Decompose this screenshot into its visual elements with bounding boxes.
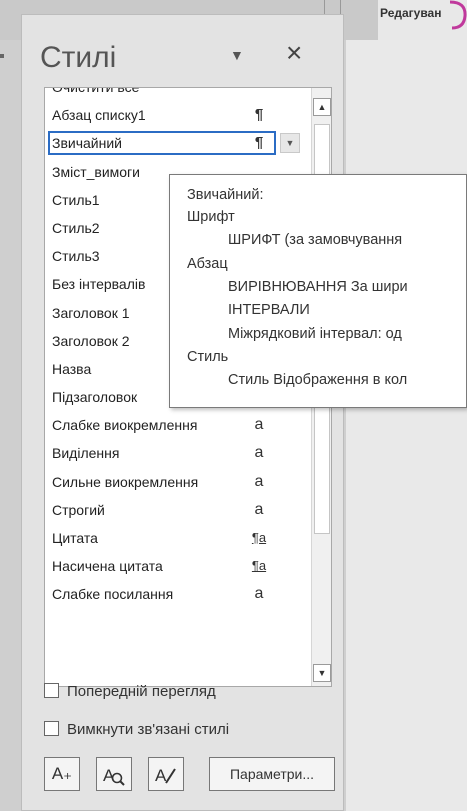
- style-item-label: Очистити все: [52, 87, 140, 95]
- tooltip-heading: Звичайний:: [187, 187, 264, 203]
- linked-style-icon: ¶a: [251, 558, 267, 574]
- tooltip-style-value: Стиль Відображення в кол: [228, 372, 408, 388]
- ruler-marker: [0, 54, 4, 58]
- character-style-icon: a: [254, 500, 264, 518]
- paragraph-style-icon: ¶: [254, 106, 264, 124]
- ribbon-separator: [340, 0, 341, 14]
- character-style-icon: a: [254, 444, 264, 462]
- selection-outline: [48, 131, 276, 156]
- tooltip-line-spacing-value: Міжрядковий інтервал: од: [228, 326, 402, 342]
- style-item-intense-quote[interactable]: Насичена цитата ¶a: [45, 552, 311, 580]
- style-item-label: Виділення: [52, 445, 120, 462]
- document-area: [346, 40, 467, 811]
- style-item-emphasis[interactable]: Виділення a: [45, 439, 311, 467]
- paragraph-style-icon: ¶: [254, 134, 264, 152]
- linked-style-icon: ¶a: [251, 530, 267, 545]
- style-item-list-paragraph[interactable]: Абзац списку1 ¶: [45, 101, 311, 129]
- style-inspector-button[interactable]: A: [96, 757, 132, 791]
- style-item-strong[interactable]: Строгий a: [45, 496, 311, 524]
- tooltip-font-value: ШРИФТ (за замовчування: [228, 232, 403, 248]
- ribbon-separator: [324, 0, 325, 14]
- manage-styles-button[interactable]: A: [148, 757, 184, 791]
- tooltip-alignment-value: ВИРІВНЮВАННЯ За шири: [228, 279, 408, 295]
- style-item-label: Строгий: [52, 501, 105, 518]
- tooltip-paragraph-label: Абзац: [187, 256, 228, 272]
- tooltip-style-label: Стиль: [187, 349, 229, 365]
- style-inspector-icon: A: [103, 766, 125, 786]
- scroll-up-icon[interactable]: ▲: [313, 98, 331, 116]
- pane-options-dropdown-icon[interactable]: ▼: [230, 47, 244, 63]
- character-style-icon: a: [254, 585, 264, 603]
- new-style-button[interactable]: A₊: [44, 757, 80, 791]
- pane-title: Стилі: [40, 41, 117, 74]
- options-button[interactable]: Параметри...: [209, 757, 335, 791]
- style-menu-dropdown-icon[interactable]: ▼: [280, 133, 300, 154]
- style-item-label: Насичена цитата: [52, 558, 163, 575]
- character-style-icon: a: [254, 472, 264, 490]
- style-item-label: Абзац списку1: [52, 107, 146, 124]
- manage-styles-icon: A: [155, 766, 176, 785]
- svg-text:A: A: [155, 766, 167, 785]
- tooltip-intervals-value: ІНТЕРВАЛИ: [228, 302, 310, 318]
- new-style-icon: A₊: [51, 764, 73, 783]
- checkbox-box[interactable]: [44, 721, 59, 736]
- style-item-quote[interactable]: Цитата ¶a: [45, 524, 311, 552]
- style-item-label: Сильне виокремлення: [52, 473, 199, 490]
- disable-linked-styles-label: Вимкнути зв'язані стилі: [67, 721, 230, 738]
- style-description-tooltip: Звичайний: Шрифт ШРИФТ (за замовчування …: [169, 174, 467, 408]
- style-item-intense-emphasis[interactable]: Сильне виокремлення a: [45, 468, 311, 496]
- accent-decoration: [449, 0, 467, 30]
- style-item-label: Слабке виокремлення: [52, 417, 198, 434]
- style-item-clear-all[interactable]: Очистити все: [45, 87, 311, 101]
- scroll-down-icon[interactable]: ▼: [313, 664, 331, 682]
- styles-pane: Стилі ▼ × Очистити все Абзац списку1 ¶ З…: [21, 14, 344, 811]
- checkbox-box[interactable]: [44, 683, 59, 698]
- style-item-subtle-emphasis[interactable]: Слабке виокремлення a: [45, 411, 311, 439]
- show-preview-label: Попередній перегляд: [67, 683, 216, 700]
- style-item-label: Цитата: [52, 530, 98, 546]
- style-item-normal[interactable]: Звичайний ¶ ▼: [45, 129, 311, 157]
- style-item-subtle-reference[interactable]: Слабке посилання a: [45, 580, 311, 608]
- disable-linked-styles-checkbox[interactable]: Вимкнути зв'язані стилі: [44, 721, 229, 738]
- tooltip-font-label: Шрифт: [187, 209, 235, 225]
- style-item-label: Слабке посилання: [52, 586, 174, 603]
- show-preview-checkbox[interactable]: Попередній перегляд: [44, 683, 216, 700]
- close-icon[interactable]: ×: [286, 39, 302, 67]
- character-style-icon: a: [254, 416, 264, 434]
